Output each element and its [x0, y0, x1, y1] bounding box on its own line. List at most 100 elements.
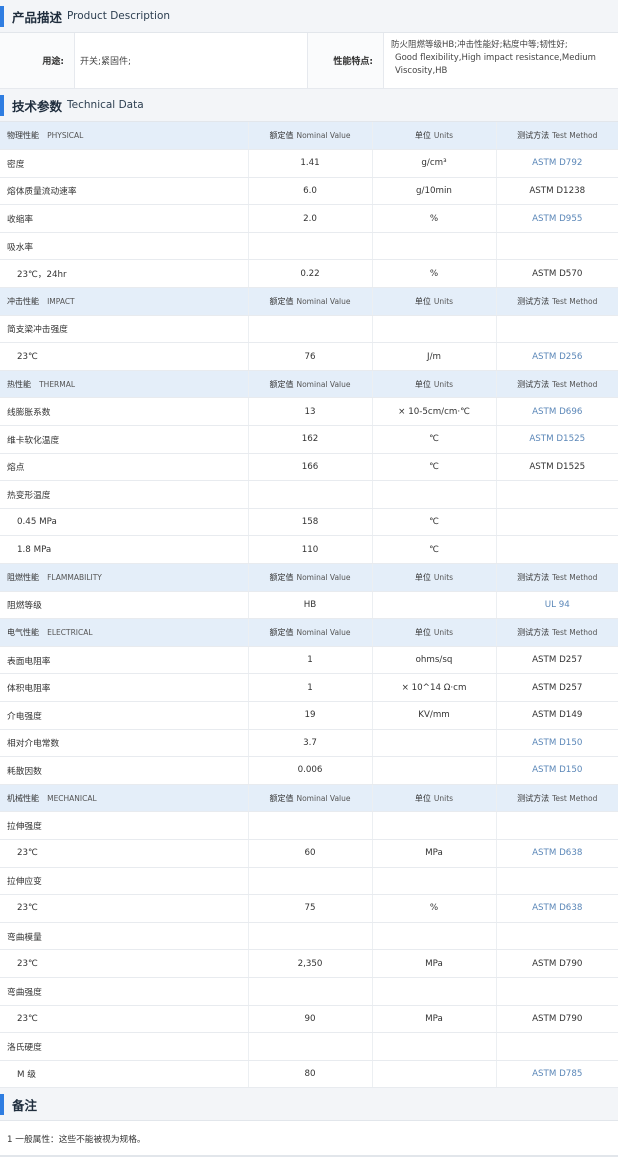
- unit: ℃: [371, 453, 496, 482]
- unit: [371, 315, 496, 344]
- property-name: 23℃: [0, 894, 248, 923]
- property-name: 拉伸应变: [0, 867, 248, 896]
- feature-value-en: Good flexibility,High impact resistance,…: [395, 53, 596, 76]
- technical-data-table: 物理性能 PHYSICAL 额定值 Nominal Value 单位 Units 测试方法…: [0, 122, 618, 1089]
- use-label: 用途:: [0, 33, 75, 88]
- table-row: 23℃ 90 MPa ASTM D790: [0, 1005, 618, 1034]
- test-method: ASTM D257: [495, 673, 618, 702]
- header-nominal: 额定值 Nominal Value: [247, 618, 372, 647]
- property-name: 维卡软化温度: [0, 425, 248, 454]
- table-row: 体积电阻率 1 × 10^14 Ω·cm ASTM D257: [0, 673, 618, 702]
- unit: [371, 756, 496, 785]
- category-name-en: MECHANICAL: [47, 793, 97, 803]
- test-method-link[interactable]: ASTM D150: [495, 729, 618, 758]
- property-name: 熔体质量流动速率: [0, 177, 248, 206]
- nominal-value: 1.41: [247, 149, 372, 178]
- header-nominal-en: Nominal Value: [296, 379, 351, 389]
- header-method-en: Test Method: [552, 131, 598, 141]
- property-name: 简支梁冲击强度: [0, 315, 248, 344]
- property-name: 吸水率: [0, 232, 248, 261]
- header-unit: 单位 Units: [371, 563, 496, 592]
- unit: [371, 729, 496, 758]
- property-name: 23℃，24hr: [0, 259, 248, 289]
- test-method-link[interactable]: ASTM D1525: [495, 425, 618, 454]
- unit: MPa: [371, 839, 496, 868]
- test-method-link[interactable]: ASTM D638: [495, 839, 618, 868]
- nominal-value: 166: [247, 453, 372, 482]
- test-method: [495, 232, 618, 261]
- property-name: 拉伸强度: [0, 811, 248, 840]
- test-method-link[interactable]: UL 94: [495, 591, 618, 620]
- table-row: 热变形温度: [0, 480, 618, 509]
- unit: [371, 1060, 496, 1089]
- category-name: 冲击性能 IMPACT: [0, 287, 248, 316]
- table-row: 拉伸强度: [0, 811, 618, 840]
- table-row: 洛氏硬度: [0, 1032, 618, 1061]
- table-row: 相对介电常数 3.7 ASTM D150: [0, 729, 618, 758]
- test-method: ASTM D1525: [495, 453, 618, 482]
- test-method: ASTM D790: [495, 1005, 618, 1034]
- property-name: 相对介电常数: [0, 729, 248, 758]
- property-name: 23℃: [0, 839, 248, 868]
- product-description-row: 用途: 开关;紧固件; 性能特点: 防火阻燃等级HB;冲击性能好;粘度中等;韧性…: [0, 33, 618, 89]
- header-unit-zh: 单位: [414, 379, 431, 389]
- nominal-value: [247, 1032, 372, 1061]
- section-title-zh: 备注: [12, 1097, 38, 1113]
- header-nominal-zh: 额定值: [269, 572, 294, 582]
- test-method: ASTM D570: [495, 259, 618, 289]
- test-method: [495, 811, 618, 840]
- section-title-en: Technical Data: [67, 99, 144, 111]
- header-nominal-zh: 额定值: [269, 131, 294, 141]
- header-unit-en: Units: [433, 572, 454, 582]
- header-method-zh: 测试方法: [517, 379, 550, 389]
- test-method-link[interactable]: ASTM D638: [495, 894, 618, 923]
- nominal-value: 1: [247, 673, 372, 702]
- header-unit: 单位 Units: [371, 287, 496, 316]
- category-name-en: PHYSICAL: [47, 131, 84, 141]
- test-method-link[interactable]: ASTM D955: [495, 204, 618, 233]
- test-method-link[interactable]: ASTM D150: [495, 756, 618, 785]
- table-row: 简支梁冲击强度: [0, 315, 618, 344]
- category-row: 阻燃性能 FLAMMABILITY 额定值 Nominal Value 单位 Units…: [0, 563, 618, 592]
- test-method-link[interactable]: ASTM D696: [495, 397, 618, 427]
- header-method: 测试方法 Test Method: [495, 563, 618, 592]
- header-method-zh: 测试方法: [517, 793, 550, 803]
- property-name: 耗散因数: [0, 756, 248, 785]
- header-nominal-en: Nominal Value: [296, 572, 351, 582]
- table-row: 吸水率: [0, 232, 618, 261]
- nominal-value: [247, 922, 372, 951]
- table-row: 弯曲强度: [0, 977, 618, 1006]
- category-name-zh: 冲击性能: [7, 296, 39, 306]
- use-value: 开关;紧固件;: [75, 33, 308, 88]
- property-name: 介电强度: [0, 701, 248, 730]
- header-method-en: Test Method: [552, 793, 598, 803]
- test-method: ASTM D1238: [495, 177, 618, 206]
- property-name: 收缩率: [0, 204, 248, 233]
- category-row: 热性能 THERMAL 额定值 Nominal Value 单位 Units 测试方法 Te…: [0, 370, 618, 399]
- table-row: 介电强度 19 KV/mm ASTM D149: [0, 701, 618, 730]
- nominal-value: [247, 811, 372, 840]
- header-method: 测试方法 Test Method: [495, 784, 618, 813]
- table-row: 密度 1.41 g/cm³ ASTM D792: [0, 149, 618, 178]
- table-row: 23℃ 2,350 MPa ASTM D790: [0, 949, 618, 978]
- nominal-value: [247, 977, 372, 1006]
- header-nominal-zh: 额定值: [269, 793, 294, 803]
- property-name: 弯曲强度: [0, 977, 248, 1006]
- property-name: 阻燃等级: [0, 591, 248, 620]
- header-nominal: 额定值 Nominal Value: [247, 784, 372, 813]
- test-method-link[interactable]: ASTM D792: [495, 149, 618, 178]
- test-method: [495, 977, 618, 1006]
- test-method-link[interactable]: ASTM D256: [495, 342, 618, 371]
- unit: [371, 977, 496, 1006]
- nominal-value: 60: [247, 839, 372, 868]
- table-row: 阻燃等级 HB UL 94: [0, 591, 618, 620]
- header-unit: 单位 Units: [371, 618, 496, 647]
- unit: MPa: [371, 1005, 496, 1034]
- table-row: 维卡软化温度 162 ℃ ASTM D1525: [0, 425, 618, 454]
- test-method: ASTM D257: [495, 646, 618, 675]
- header-nominal: 额定值 Nominal Value: [247, 370, 372, 399]
- nominal-value: 3.7: [247, 729, 372, 758]
- test-method-link[interactable]: ASTM D785: [495, 1060, 618, 1089]
- unit: × 10^14 Ω·cm: [371, 673, 496, 702]
- header-nominal-en: Nominal Value: [296, 793, 351, 803]
